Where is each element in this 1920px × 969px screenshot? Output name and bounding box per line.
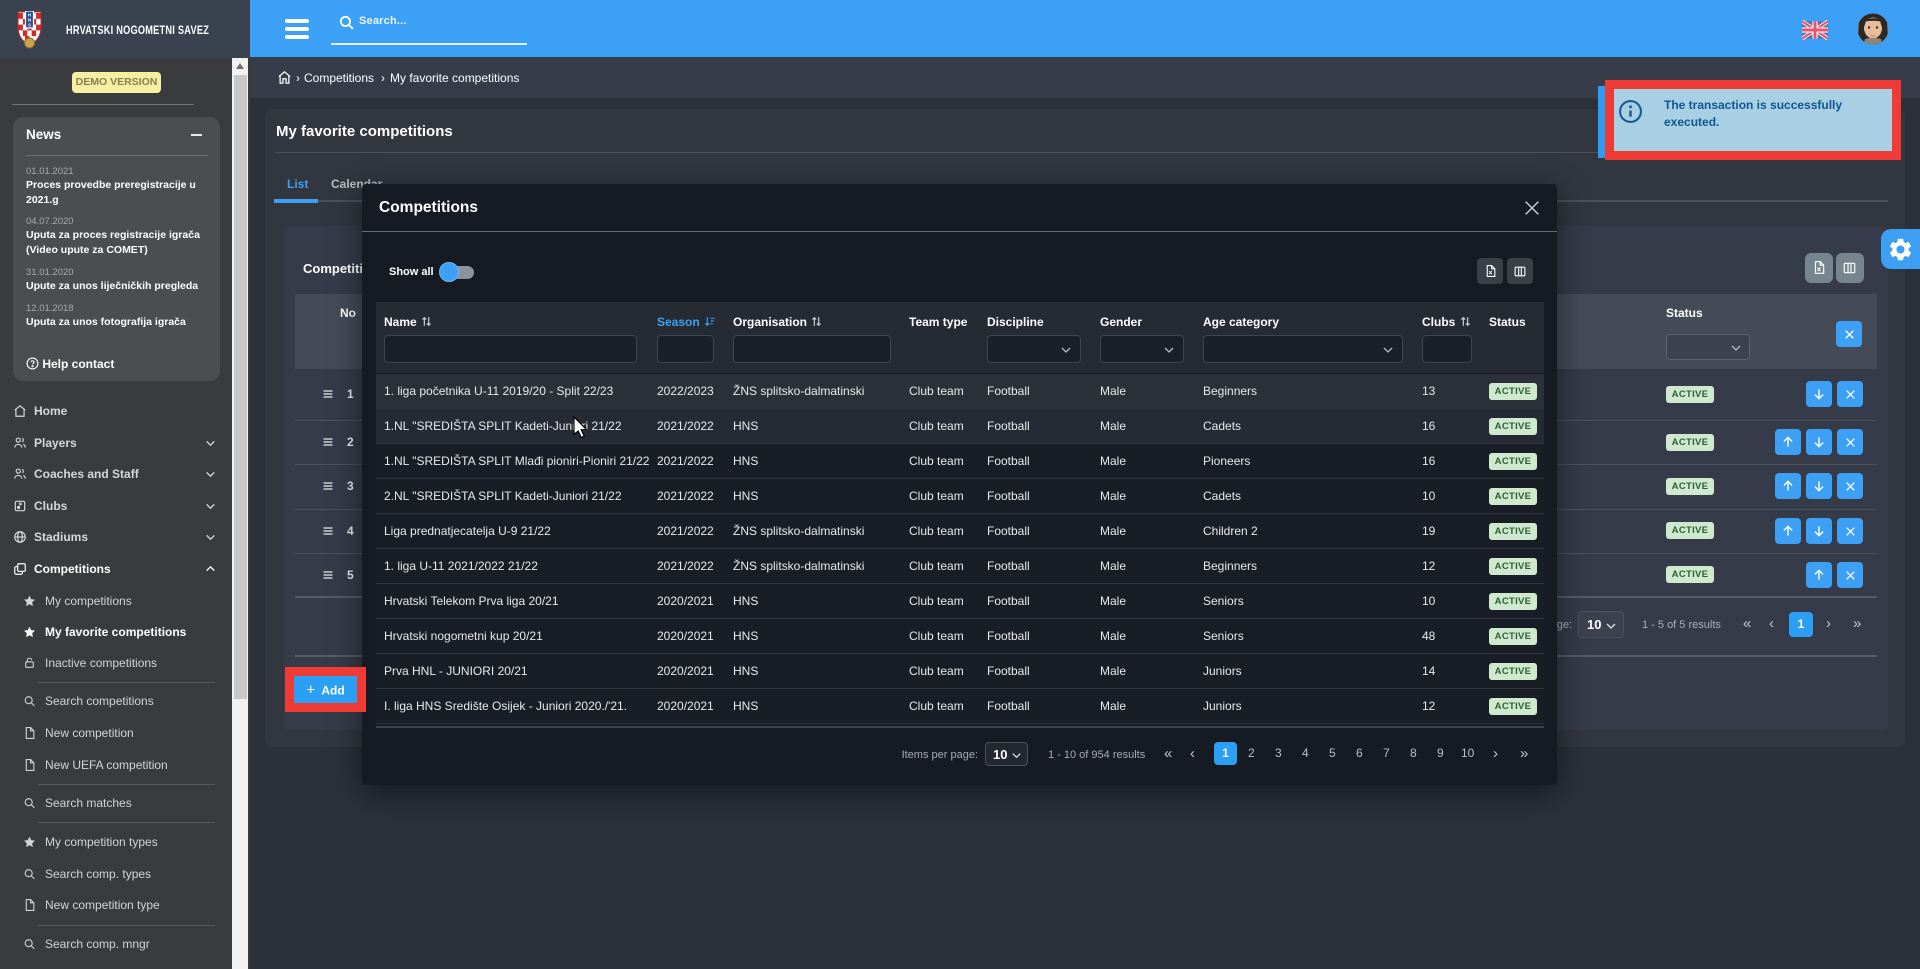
svg-text:S: S	[28, 23, 31, 28]
